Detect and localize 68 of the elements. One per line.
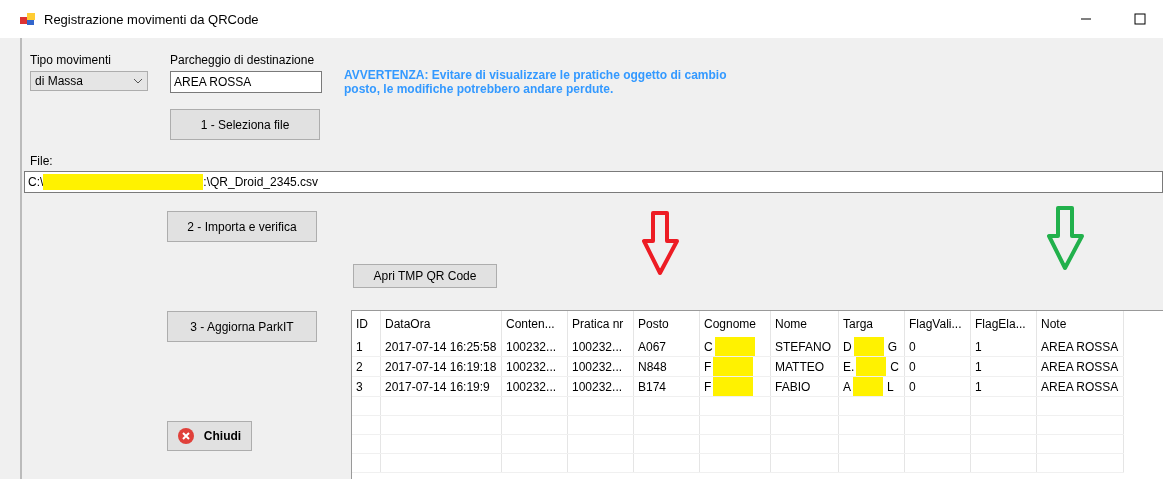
column-header[interactable]: Conten... [501,311,568,337]
column-header[interactable]: FlagVali... [904,311,971,337]
field-label: Tipo movimenti [30,53,112,67]
table-cell: 2017-07-14 16:25:58 [380,337,502,357]
redaction-mark [713,377,754,396]
table-cell: AREA ROSSA [1036,337,1124,357]
close-icon [177,428,194,444]
column-header[interactable]: Posto [633,311,700,337]
table-cell: 100232... [501,356,568,377]
chevron-down-icon [133,78,143,84]
table-cell: 1 [970,376,1037,397]
file-path-field[interactable]: C:\ :\QR_Droid_2345.csv [24,171,1163,193]
table-cell: C [704,339,713,354]
app-icon [20,12,36,26]
close-button[interactable]: Chiudi [167,421,252,451]
table-cell: 0 [904,337,971,357]
column-header[interactable]: Note [1036,311,1124,337]
redaction-mark [713,357,754,376]
select-file-button[interactable]: 1 - Seleziona file [170,109,320,140]
table-cell: 0 [904,376,971,397]
table-cell: G [887,339,897,354]
field-label: Parcheggio di destinazione [170,53,316,67]
type-dropdown[interactable]: di Massa [30,71,148,91]
redaction-mark [856,357,887,376]
table-cell: 100232... [567,376,634,397]
table-cell: 2017-07-14 16:19:18 [380,356,502,377]
update-button[interactable]: 3 - Aggiorna ParkIT [167,311,317,342]
table-cell: 3 [352,376,381,397]
table-cell: F [704,379,712,394]
redaction-mark [714,337,755,356]
redaction-mark [853,337,884,356]
table-cell: C [890,359,899,374]
table-cell: A [843,379,851,394]
table-cell: A067 [633,337,700,357]
table-cell: MATTEO [770,356,839,377]
import-button[interactable]: 2 - Importa e verifica [167,211,317,242]
table-cell: 100232... [567,356,634,377]
table-cell: N848 [633,356,700,377]
column-header[interactable]: DataOra [380,311,502,337]
table-cell: AREA ROSSA [1036,376,1124,397]
table-cell: 1 [970,337,1037,357]
table-cell: 100232... [501,376,568,397]
open-tmp-button[interactable]: Apri TMP QR Code [353,264,497,288]
table-cell: D [843,339,852,354]
table-cell: 0 [904,356,971,377]
table-cell: 100232... [567,337,634,357]
table-cell: E. [843,359,855,374]
maximize-icon [1134,13,1146,25]
warning-text: AVVERTENZA: Evitare di visualizzare le pratiche oggetto di cambio posto, le modifiche potrebbero andare perdute. [344,68,728,98]
column-header[interactable]: Pratica nr [567,311,634,337]
window-title: Registrazione movimenti da QRCode [44,11,260,27]
destination-field[interactable]: AREA ROSSA [170,71,322,93]
table-cell: L [887,379,894,394]
table-cell: 2 [352,356,381,377]
table-cell: F [704,359,712,374]
redaction-mark [853,377,883,396]
field-label: File: [30,154,54,168]
table-cell: 100232... [501,337,568,357]
table-cell: AREA ROSSA [1036,356,1124,377]
table-cell: STEFANO [770,337,839,357]
column-header[interactable]: Nome [770,311,839,337]
table-cell: 1 [970,356,1037,377]
column-header[interactable]: FlagEla... [970,311,1037,337]
table-cell: 2017-07-14 16:19:9 [380,376,502,397]
table-cell: 1 [352,337,381,357]
table-cell: FABIO [770,376,839,397]
table-cell: B174 [633,376,700,397]
column-header[interactable]: ID [352,311,381,337]
